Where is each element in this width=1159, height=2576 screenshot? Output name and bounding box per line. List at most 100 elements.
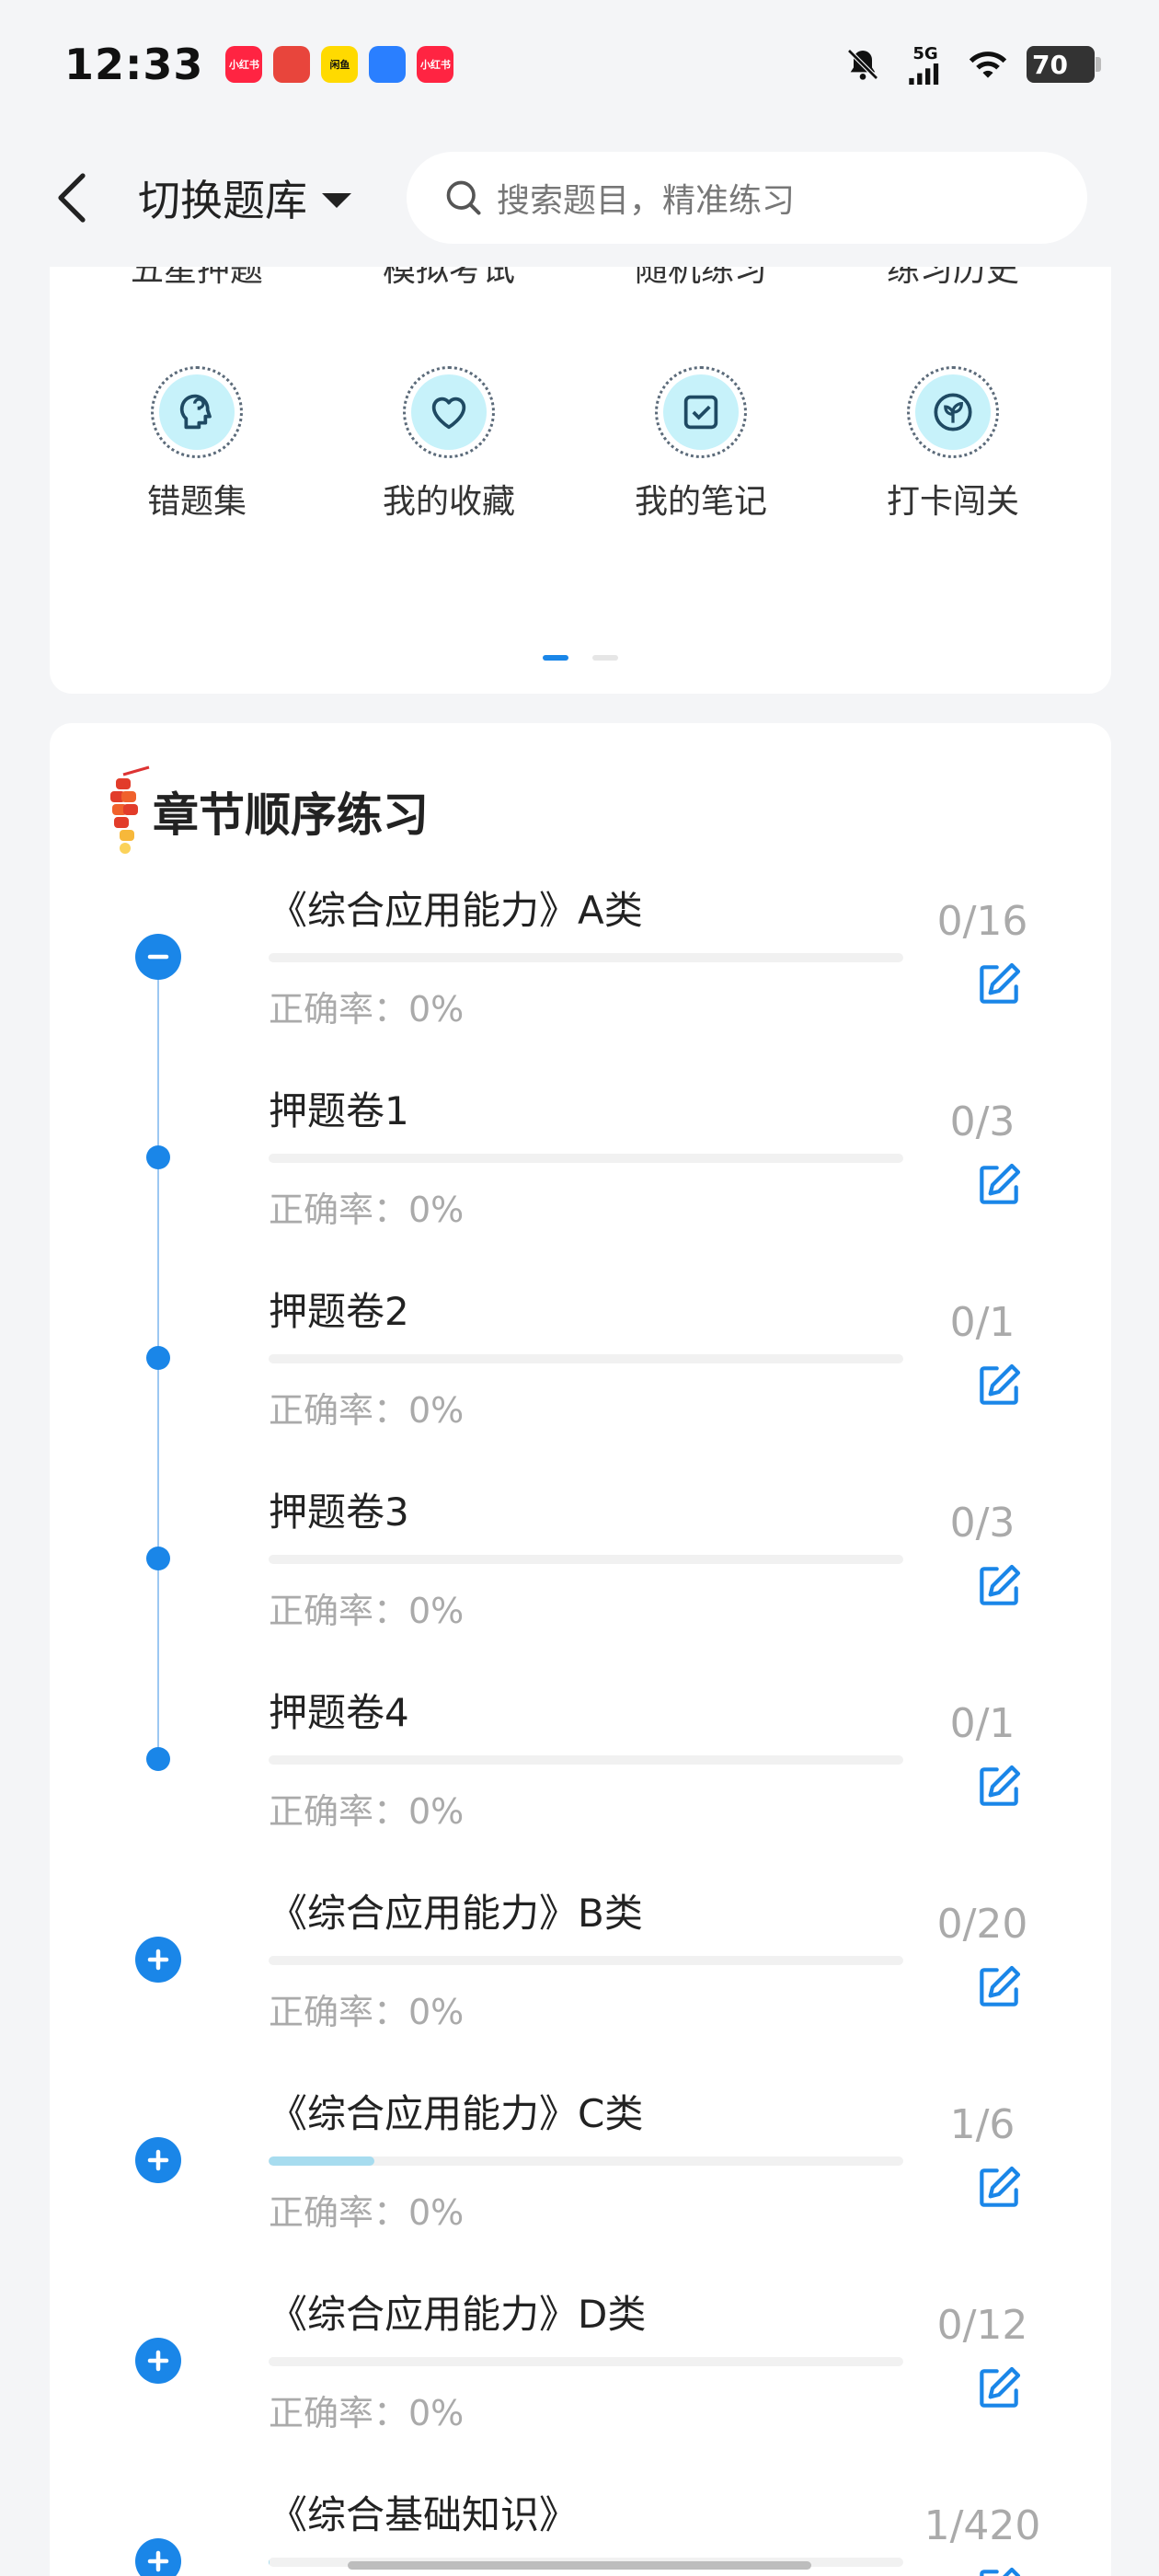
question-count: 1/6 (949, 2101, 1016, 2148)
timeline-dot (134, 1133, 182, 1181)
timeline-dot (134, 1535, 182, 1582)
section-title: 章节顺序练习 (153, 788, 429, 842)
caret-down-icon (322, 193, 351, 208)
practice-button[interactable] (971, 2561, 1027, 2576)
progress-bar (269, 1755, 903, 1765)
question-count: 0/3 (949, 1098, 1016, 1145)
edit-icon (980, 1163, 1021, 1204)
question-count: 1/420 (924, 2502, 1041, 2549)
question-count: 0/16 (936, 898, 1028, 945)
grid-item-note[interactable]: 我的笔记 (581, 366, 820, 523)
pager-dots (50, 655, 1111, 661)
chapter-title: 《综合应用能力》C类 (269, 2091, 644, 2136)
battery-icon: 70 (1027, 46, 1101, 83)
chapter-title: 押题卷1 (269, 1088, 409, 1133)
chapter-title: 押题卷4 (269, 1690, 409, 1735)
practice-button[interactable] (971, 1960, 1027, 2015)
practice-button[interactable] (971, 1157, 1027, 1213)
grid-item-label: 错题集 (146, 483, 247, 521)
sprout-icon (907, 366, 999, 458)
mute-icon (843, 44, 883, 85)
chapter-title: 《综合应用能力》D类 (269, 2292, 647, 2337)
progress-bar (269, 1154, 903, 1163)
cellular-signal-icon: 5G (901, 44, 949, 85)
collapse-button[interactable] (134, 933, 182, 981)
firecracker-icon (110, 765, 150, 854)
grid-item-sprout[interactable]: 打卡闯关 (833, 366, 1073, 523)
chapter-sub-item[interactable]: 押题卷2 正确率：0% 0/1 (50, 1281, 1111, 1481)
practice-button[interactable] (971, 2361, 1027, 2416)
progress-bar (269, 2156, 903, 2166)
progress-bar (269, 953, 903, 962)
wifi-icon (968, 44, 1008, 85)
edit-icon (980, 1564, 1021, 1605)
edit-icon (980, 962, 1021, 1004)
timeline-dot (134, 1735, 182, 1783)
pager-dot[interactable] (543, 655, 568, 661)
feature-grid-card: 五星押题 模拟考试 随机练习 练习历史 错题集 我的收藏 我的笔记 打卡闯关 (50, 212, 1111, 694)
clock: 12:33 (64, 40, 204, 89)
grid-item-label: 打卡闯关 (886, 483, 1019, 521)
grid-item-label: 我的收藏 (382, 483, 515, 521)
edit-icon (980, 2567, 1021, 2576)
chapter-item[interactable]: 《综合应用能力》D类 正确率：0% 0/12 (50, 2283, 1111, 2484)
top-nav-bar: 切换题库 搜索题目，精准练习 (0, 129, 1159, 267)
progress-bar (269, 1555, 903, 1564)
practice-button[interactable] (971, 2160, 1027, 2215)
expand-button[interactable] (134, 2136, 182, 2184)
edit-icon (980, 2166, 1021, 2207)
home-indicator[interactable] (348, 2561, 811, 2570)
grid-item-heart[interactable]: 我的收藏 (329, 366, 568, 523)
expand-button[interactable] (134, 2537, 182, 2576)
notification-app-icon: 小红书 (225, 46, 263, 83)
chapter-title: 押题卷3 (269, 1489, 409, 1535)
search-placeholder: 搜索题目，精准练习 (497, 182, 796, 220)
search-input[interactable]: 搜索题目，精准练习 (407, 152, 1087, 244)
network-type: 5G (912, 44, 938, 63)
chapter-item[interactable]: 《综合应用能力》B类正确率：0% 0/20 (50, 1882, 1111, 2083)
accuracy-label: 正确率：0% (269, 1791, 465, 1832)
progress-bar (269, 2357, 903, 2366)
chapter-item[interactable]: 《综合应用能力》C类正确率：0% 1/6 (50, 2083, 1111, 2283)
chapter-sub-item[interactable]: 押题卷1 正确率：0% 0/3 (50, 1080, 1111, 1281)
question-count: 0/20 (936, 1901, 1028, 1948)
note-icon (655, 366, 747, 458)
edit-icon (980, 1765, 1021, 1806)
notification-app-icon (369, 46, 407, 83)
notification-app-icon: 小红书 (417, 46, 454, 83)
battery-level: 70 (1032, 49, 1068, 80)
pager-dot[interactable] (592, 655, 618, 661)
status-bar: 12:33 小红书 闲鱼 小红书 5G 70 (0, 0, 1159, 129)
switch-question-bank-label: 切换题库 (138, 176, 307, 225)
question-count: 0/12 (936, 2302, 1028, 2349)
chapter-item[interactable]: 《综合应用能力》A类 正确率：0% 0/16 (50, 880, 1111, 1080)
practice-button[interactable] (971, 1558, 1027, 1614)
question-count: 0/1 (949, 1700, 1016, 1747)
chapter-title: 《综合应用能力》A类 (269, 888, 643, 933)
accuracy-label: 正确率：0% (269, 1992, 465, 2032)
chapter-sub-item[interactable]: 押题卷4 正确率：0% 0/1 (50, 1682, 1111, 1882)
grid-item-label: 我的笔记 (634, 483, 767, 521)
chapter-title: 《综合应用能力》B类 (269, 1891, 643, 1936)
expand-button[interactable] (134, 1936, 182, 1984)
heart-icon (403, 366, 495, 458)
expand-button[interactable] (134, 2337, 182, 2385)
search-icon (446, 180, 481, 215)
accuracy-label: 正确率：0% (269, 2192, 465, 2233)
practice-button[interactable] (971, 1759, 1027, 1814)
practice-button[interactable] (971, 1358, 1027, 1413)
switch-question-bank-button[interactable]: 切换题库 (138, 167, 351, 228)
accuracy-label: 正确率：0% (269, 1591, 465, 1631)
edit-icon (980, 1965, 1021, 2007)
plus-icon (147, 2350, 169, 2372)
back-button[interactable] (37, 161, 110, 235)
chapter-sub-item[interactable]: 押题卷3 正确率：0% 0/3 (50, 1481, 1111, 1682)
status-indicators: 5G 70 (843, 44, 1101, 85)
chapter-title: 押题卷2 (269, 1289, 409, 1334)
app-screen: 12:33 小红书 闲鱼 小红书 5G 70 五星押题 模拟考试 随机练习 练习历史 错题集… (0, 0, 1159, 2576)
grid-item-head[interactable]: 错题集 (77, 366, 316, 523)
practice-button[interactable] (971, 957, 1027, 1012)
edit-icon (980, 1363, 1021, 1405)
plus-icon (147, 1949, 169, 1971)
accuracy-label: 正确率：0% (269, 1190, 465, 1230)
